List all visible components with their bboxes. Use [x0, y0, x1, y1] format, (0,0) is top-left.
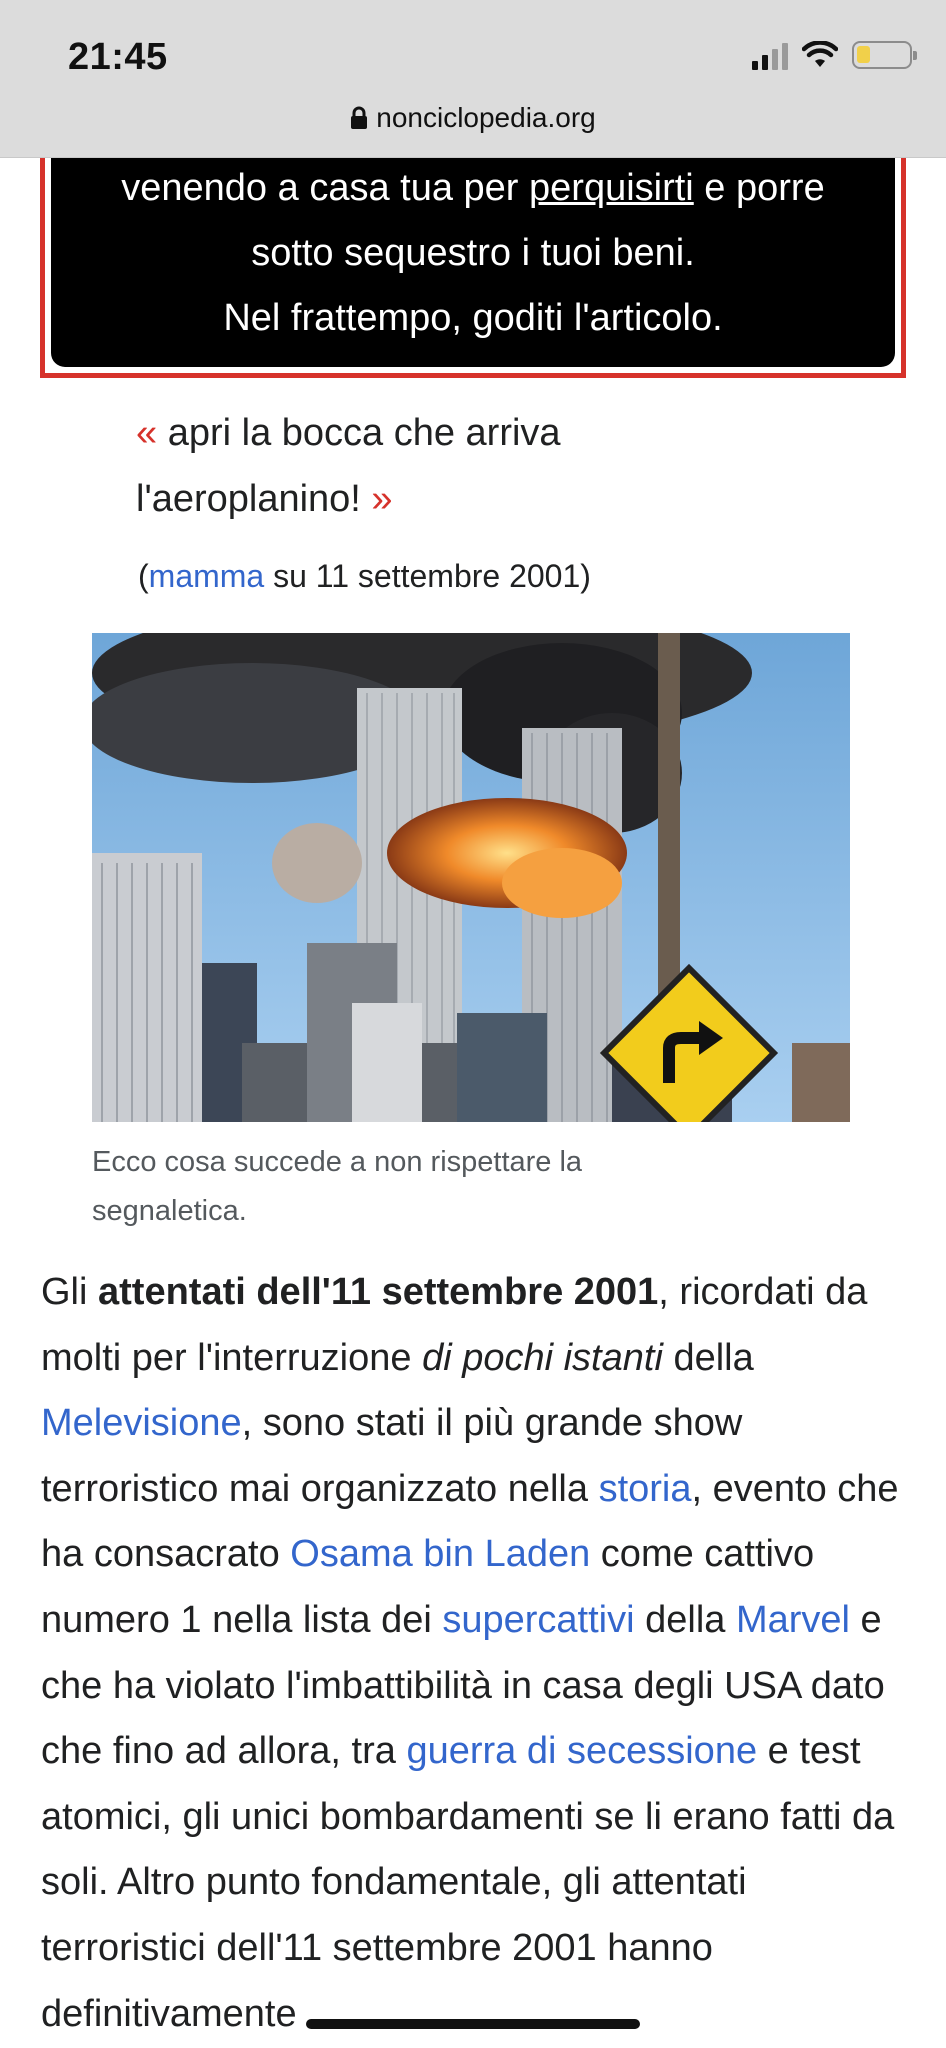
twin-towers-photo — [92, 633, 850, 1122]
text-run: e test atomici, gli unici bombardamenti … — [41, 1730, 895, 2035]
text-run: Gli — [41, 1271, 98, 1313]
url-bar[interactable]: nonciclopedia.org — [0, 102, 946, 134]
warning-line2: sotto sequestro i tuoi beni. — [251, 232, 695, 274]
article-paragraph: Gli attentati dell'11 settembre 2001, ri… — [41, 1260, 921, 2047]
quote-text: apri la bocca che arriva l'aeroplanino! — [136, 412, 561, 520]
status-icons — [752, 40, 917, 70]
battery-icon — [852, 41, 917, 69]
perquisirti-link[interactable]: perquisirti — [529, 167, 694, 209]
attr-open: ( — [138, 558, 149, 594]
quote-open-mark: « — [136, 412, 158, 454]
osama-bin-laden-link[interactable]: Osama bin Laden — [290, 1533, 590, 1575]
warning-line1-end: e porre — [693, 167, 825, 209]
image-caption: Ecco cosa succede a non rispettare la se… — [92, 1146, 583, 1227]
browser-top-bar: 21:45 nonciclopedia.org — [0, 0, 946, 158]
supercattivi-link[interactable]: supercattivi — [442, 1599, 634, 1641]
warning-line3: Nel frattempo, goditi l'articolo. — [223, 297, 723, 339]
warning-text: venendo a casa tua per perquisirti e por… — [51, 150, 895, 367]
warning-box: venendo a casa tua per perquisirti e por… — [40, 150, 906, 378]
wifi-icon — [802, 41, 838, 67]
article-subject: attentati dell'11 settembre 2001 — [98, 1271, 659, 1313]
text-run: della — [662, 1336, 754, 1379]
article-image[interactable] — [92, 633, 850, 1122]
quote-attribution: (mamma su 11 settembre 2001) — [138, 558, 591, 595]
storia-link[interactable]: storia — [599, 1468, 692, 1510]
emphasis: di pochi istanti — [422, 1336, 663, 1379]
melevisione-link[interactable]: Melevisione — [41, 1402, 242, 1444]
url-domain: nonciclopedia.org — [376, 102, 596, 133]
marvel-link[interactable]: Marvel — [736, 1599, 850, 1641]
lock-icon — [351, 106, 368, 129]
quote-close-mark: » — [371, 478, 393, 520]
status-time: 21:45 — [68, 36, 168, 78]
guerra-di-secessione-link[interactable]: guerra di secessione — [406, 1730, 757, 1772]
warning-line1: venendo a casa tua per — [121, 167, 530, 209]
text-run: della — [634, 1598, 736, 1641]
cellular-signal-icon — [752, 40, 788, 70]
opening-quote: « apri la bocca che arriva l'aeroplanino… — [136, 400, 696, 532]
attr-rest: su 11 settembre 2001) — [264, 558, 591, 594]
mamma-link[interactable]: mamma — [149, 558, 265, 594]
home-indicator[interactable] — [306, 2019, 640, 2029]
